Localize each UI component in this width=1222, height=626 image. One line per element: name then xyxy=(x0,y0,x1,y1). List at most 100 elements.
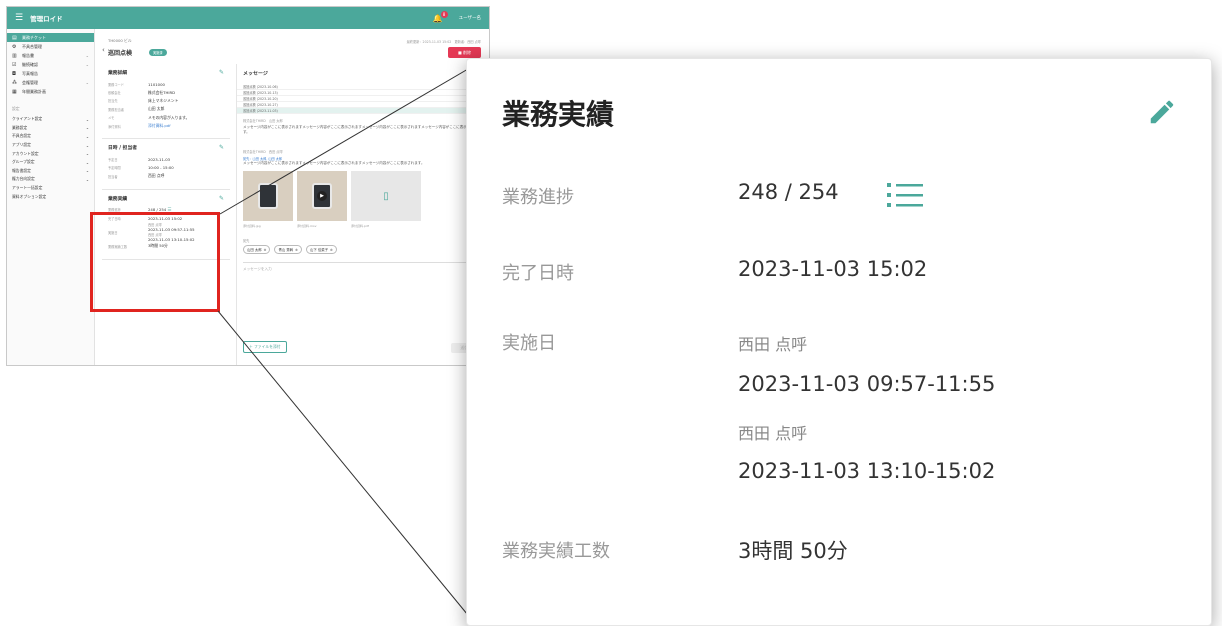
file-icon: ▯ xyxy=(383,190,389,202)
result-card-zoomed: 業務実績 業務進捗 248 / 254 完了日時 2023-11-03 15:0… xyxy=(466,58,1212,626)
attachment-link[interactable]: 添付資料.pdf xyxy=(148,123,224,129)
sidebar-item-ticket[interactable]: ▤ 業務チケット xyxy=(7,33,94,42)
close-icon[interactable]: ⊗ xyxy=(295,248,298,252)
settings-header: 設定 xyxy=(12,106,20,111)
message-body: メッセージ内容がここに表示されますメッセージ内容がここに表示されますメッセージ内… xyxy=(243,161,425,165)
app-title: 管理ロイド xyxy=(30,15,63,23)
org-icon: ⁂ xyxy=(12,79,17,86)
update-meta: 最終更新：2023-11-03 15:02 更新者：西田 点呼 xyxy=(406,40,481,44)
chevron-down-icon: ⌄ xyxy=(85,133,89,139)
chevron-down-icon: ⌄ xyxy=(85,80,89,85)
detail-row: 添付資料 添付資料.pdf xyxy=(108,122,224,130)
schedule-title: 日時 / 担当者 xyxy=(108,146,138,152)
back-arrow-icon[interactable]: ‹ xyxy=(102,46,105,54)
session-person: 西田 点呼 xyxy=(738,424,808,443)
result-card-small: 業務実績 ✎ 業務進捗 248 / 254 ☰ 完了日時 2023-11-03 15… xyxy=(102,190,230,260)
recipient-chip[interactable]: 山下 佳菜子 ⊗ xyxy=(305,245,337,254)
schedule-row: 担当者 西田 点呼 xyxy=(108,173,165,179)
chevron-down-icon: ⌄ xyxy=(85,125,89,131)
recipient-chip[interactable]: 青山 秀幹 ⊗ xyxy=(274,245,302,254)
session-time: 2023-11-03 13:10-15:02 xyxy=(738,459,996,483)
sidebar-item-defects[interactable]: ⚙ 不具合管理 xyxy=(7,42,94,51)
settings-item[interactable]: アプリ設定 ⌄ xyxy=(7,141,94,150)
date-label: 実施日 xyxy=(502,333,556,354)
close-icon[interactable]: ⊗ xyxy=(330,248,333,252)
message-body: メッセージ内容がここに表示されますメッセージ内容がここに表示されますメッセージ内… xyxy=(243,125,478,134)
pencil-icon[interactable]: ✎ xyxy=(219,195,224,202)
completed-label: 完了日時 xyxy=(502,263,574,284)
pencil-icon[interactable]: ✎ xyxy=(219,144,224,151)
user-menu[interactable]: ユーザー名 xyxy=(459,15,481,21)
device-image xyxy=(258,183,278,209)
camera-icon: ◘ xyxy=(12,70,16,77)
chevron-down-icon: ⌄ xyxy=(85,62,89,67)
sidebar-item-continuous[interactable]: ☑ 継続確認 ⌄ xyxy=(7,60,94,69)
message-meta: 株式会社THIRD 西田 点呼 xyxy=(243,150,283,154)
detail-row: 業務コード 1101000 xyxy=(108,81,165,87)
settings-item[interactable]: アラート一括設定 xyxy=(7,184,94,193)
recipient-chip[interactable]: 山田 太郎 ⊗ xyxy=(243,245,271,254)
settings-item[interactable]: 業務設定 ⌄ xyxy=(7,124,94,133)
attachment-image[interactable] xyxy=(243,171,293,221)
play-icon[interactable]: ▶ xyxy=(317,191,327,201)
menu-icon[interactable]: ☰ xyxy=(15,13,23,23)
chevron-down-icon: ⌄ xyxy=(85,53,89,58)
delete-button[interactable]: ■ 削除 xyxy=(448,47,481,58)
result-title: 業務実績 xyxy=(502,98,615,131)
gear-icon: ⚙ xyxy=(12,43,17,50)
effort-label: 業務実績工数 xyxy=(502,541,610,562)
attachment-thumbnails: ▶ ▯ xyxy=(237,168,489,224)
chevron-down-icon: ⌄ xyxy=(85,142,89,148)
top-bar: ☰ 管理ロイド 🔔 8 ユーザー名 xyxy=(7,7,489,29)
settings-item[interactable]: 不具合設定 ⌄ xyxy=(7,132,94,141)
list-icon[interactable]: ☰ xyxy=(167,208,171,213)
settings-item[interactable]: グループ設定 ⌄ xyxy=(7,158,94,167)
sidebar-item-reports[interactable]: ▥ 報告書 ⌄ xyxy=(7,51,94,60)
pencil-icon[interactable]: ✎ xyxy=(219,69,224,76)
details-title: 業務詳細 xyxy=(108,71,128,76)
session-time: 2023-11-03 09:57-11:55 xyxy=(738,372,996,396)
details-card: 業務詳細 ✎ 業務コード 1101000 依頼会社 株式会社THIRD 担当先 床上マ… xyxy=(102,64,230,140)
message-input[interactable]: メッセージを入力 xyxy=(243,262,483,282)
message-panel: メッセージ 巡回点検 (2023-10-06) 巡回点検 (2023-10-13… xyxy=(236,64,489,365)
settings-item[interactable]: 権力台向設定 ⌄ xyxy=(7,175,94,184)
chevron-down-icon: ⌄ xyxy=(85,159,89,165)
page-title: 巡回点検 xyxy=(108,50,133,57)
detail-row: 依頼会社 株式会社THIRD xyxy=(108,89,176,96)
attachment-file[interactable]: ▯ xyxy=(351,171,421,221)
left-column: 業務詳細 ✎ 業務コード 1101000 依頼会社 株式会社THIRD 担当先 床上マ… xyxy=(102,64,230,260)
document-icon: ▥ xyxy=(12,52,17,59)
close-icon[interactable]: ⊗ xyxy=(264,248,267,252)
session-person: 西田 点呼 xyxy=(738,335,808,354)
sidebar-item-photo[interactable]: ◘ 写真報告 xyxy=(7,69,94,78)
pencil-icon[interactable] xyxy=(1147,97,1177,127)
chevron-down-icon: ⌄ xyxy=(85,116,89,122)
list-icon[interactable] xyxy=(887,180,923,210)
ticket-icon: ▤ xyxy=(12,34,17,41)
schedule-card: 日時 / 担当者 ✎ 予定日 2023-11-03 予定時間 10:00 - 15:… xyxy=(102,139,230,190)
settings-item[interactable]: 資料オプション設定 xyxy=(7,192,94,201)
attachment-video[interactable]: ▶ xyxy=(297,171,347,221)
sidebar: ▤ 業務チケット ⚙ 不具合管理 ▥ 報告書 ⌄ ☑ 継続確認 ⌄ ◘ 写真報告 ⁂ 会権管理 ⌄… xyxy=(7,29,95,365)
detail-row: メモ メモの内容が入ります。 xyxy=(108,114,190,121)
main-content: TH0000 ビル ‹ 巡回点検 実施済 最終更新：2023-11-03 15:… xyxy=(96,29,489,365)
schedule-row: 予定日 2023-11-03 xyxy=(108,157,171,163)
settings-item[interactable]: アカウント設定 ⌄ xyxy=(7,149,94,158)
checklist-icon: ☑ xyxy=(12,61,17,68)
recipients-label: 宛先 xyxy=(243,239,250,243)
history-list: 巡回点検 (2023-10-06) 巡回点検 (2023-10-13) 巡回点検… xyxy=(237,84,489,114)
breadcrumb[interactable]: TH0000 ビル xyxy=(108,38,132,44)
attach-file-button[interactable]: ＋ ファイルを添付 xyxy=(243,341,287,353)
sidebar-item-annual-plan[interactable]: ▦ 年間業務計画 xyxy=(7,87,94,96)
settings-item[interactable]: 報告書設定 ⌄ xyxy=(7,167,94,176)
effort-value: 3時間 50分 xyxy=(738,539,848,563)
settings-item[interactable]: クライアント設定 ⌄ xyxy=(7,115,94,124)
sidebar-item-org[interactable]: ⁂ 会権管理 ⌄ xyxy=(7,78,94,87)
recipient-chips: 山田 太郎 ⊗ 青山 秀幹 ⊗ 山下 佳菜子 ⊗ xyxy=(237,245,489,254)
bell-icon[interactable]: 🔔 8 xyxy=(433,10,448,23)
notification-badge: 8 xyxy=(440,10,448,18)
result-title: 業務実績 xyxy=(108,196,128,202)
completed-value: 2023-11-03 15:02 xyxy=(738,257,928,281)
chevron-down-icon: ⌄ xyxy=(85,151,89,157)
message-meta: 株式会社THIRD 山田 太郎 xyxy=(243,119,283,123)
